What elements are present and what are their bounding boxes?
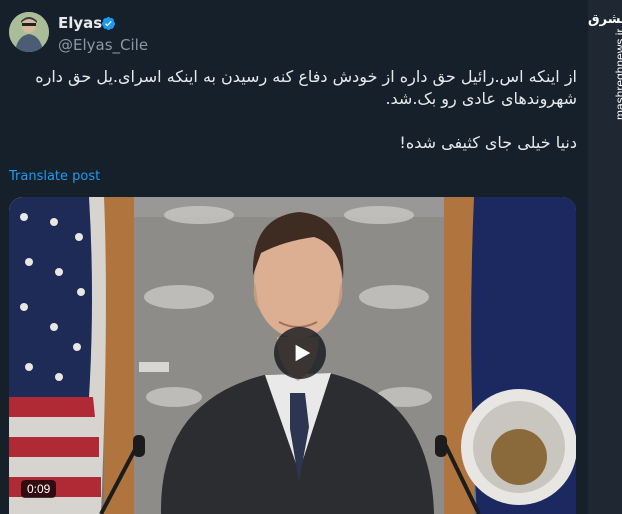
author-handle[interactable]: @Elyas_Cile [58,36,148,54]
tweet-text-line: از اینکه اس.رائیل حق داره از خودش دفاع ک… [35,67,577,108]
play-icon [295,344,310,362]
tweet: Elyas @Elyas_Cile از اینکه اس.رائیل حق د… [0,0,587,514]
play-button[interactable] [274,327,326,379]
avatar[interactable] [9,12,49,52]
tweet-text-line: دنیا خیلی جای کثیفی شده! [399,133,577,152]
watermark-url: mashreghnews.ir [613,28,622,120]
author-name[interactable]: Elyas [58,14,102,32]
tweet-text: از اینکه اس.رائیل حق داره از خودش دفاع ک… [17,66,577,176]
watermark-logo: مشرق [588,12,622,27]
watermark-url-box: mashreghnews.ir [597,28,622,128]
video-duration: 0:09 [21,480,57,498]
video-player[interactable]: 0:09 [9,197,576,514]
verified-badge-icon [101,16,116,31]
watermark-strip: مشرق mashreghnews.ir [588,0,622,514]
translate-post-link[interactable]: Translate post [9,169,100,184]
